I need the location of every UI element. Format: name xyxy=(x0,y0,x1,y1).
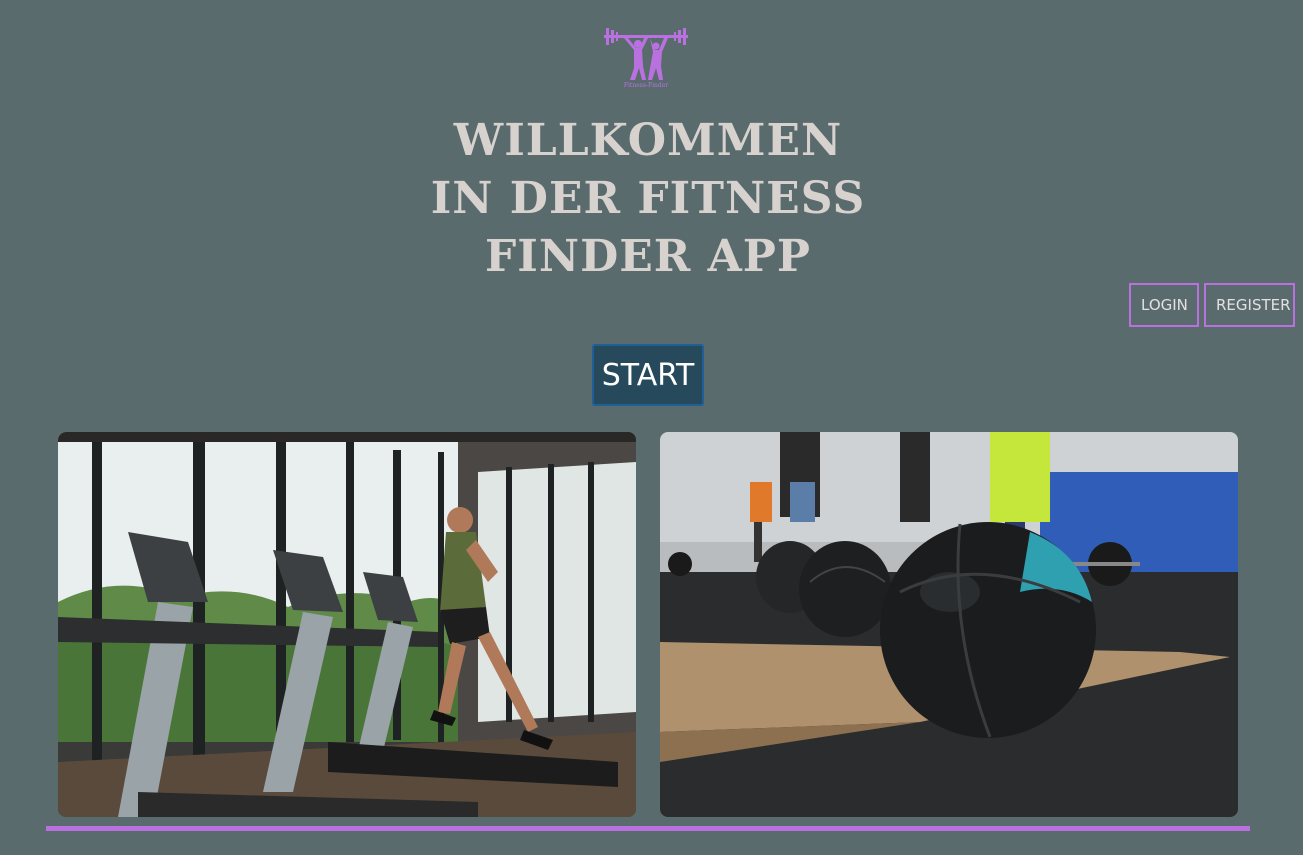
landing-page: Fitness-Finder WILLKOMMEN IN DER FITNESS… xyxy=(0,0,1303,855)
page-title: WILLKOMMEN IN DER FITNESS FINDER APP xyxy=(0,112,1296,286)
weightlifter-logo-icon[interactable]: Fitness-Finder xyxy=(600,24,692,92)
login-button[interactable]: LOGIN xyxy=(1129,283,1199,327)
medicine-balls-gym-photo xyxy=(660,432,1238,817)
logo-text: Fitness-Finder xyxy=(624,82,668,89)
title-line-2: IN DER FITNESS xyxy=(430,173,866,224)
footer-divider xyxy=(46,826,1250,831)
treadmill-gym-photo xyxy=(58,432,636,817)
title-line-3: FINDER APP xyxy=(485,231,811,282)
start-button[interactable]: START xyxy=(592,344,704,406)
register-button[interactable]: REGISTER xyxy=(1204,283,1295,327)
title-line-1: WILLKOMMEN xyxy=(453,115,843,166)
